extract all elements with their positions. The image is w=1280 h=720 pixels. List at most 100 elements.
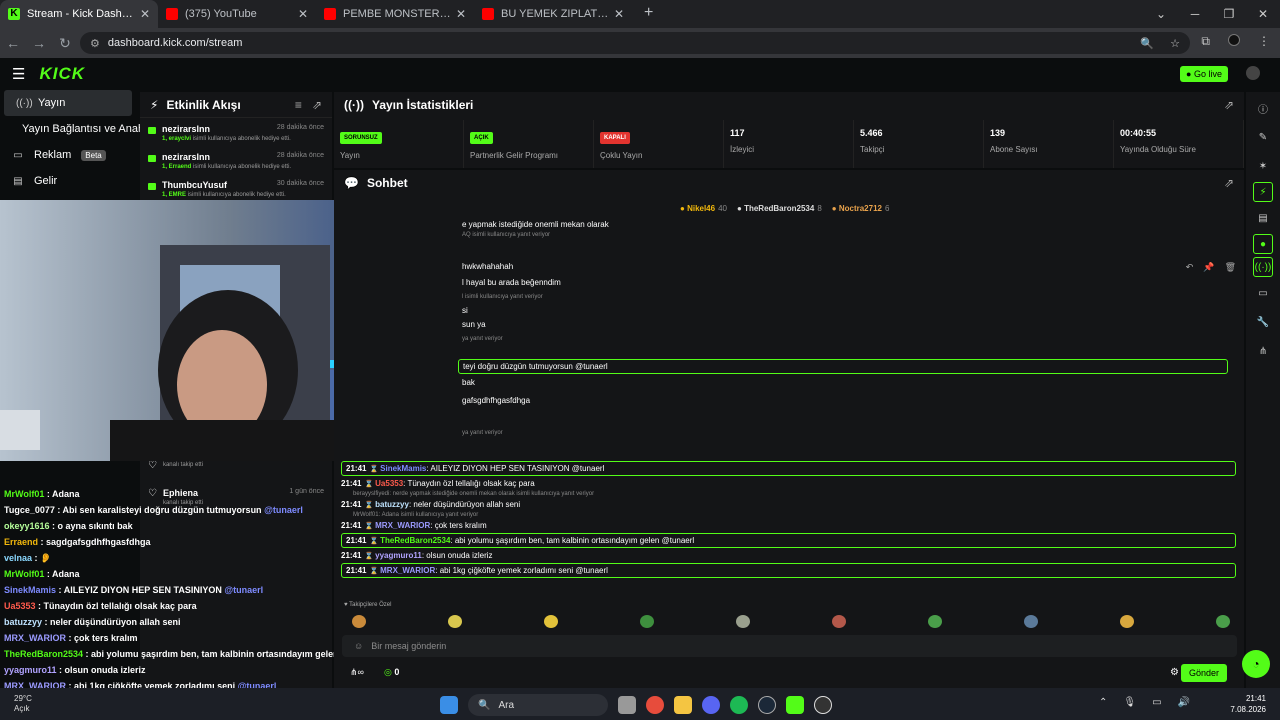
emote-icon[interactable] — [1216, 615, 1230, 628]
chat-message[interactable]: 21:41 ⌛ TheRedBaron2534: abi yolumu şaşır… — [341, 533, 1236, 548]
emote-icon[interactable] — [736, 615, 750, 628]
close-tab-icon[interactable]: ✕ — [614, 7, 624, 21]
bookmark-star-icon[interactable]: ☆ — [1170, 37, 1180, 50]
emote-icon[interactable] — [544, 615, 558, 628]
share-icon[interactable]: ⋔ — [1246, 338, 1280, 364]
popout-icon[interactable]: ⇗ — [1224, 176, 1234, 190]
taskbar-clock[interactable]: 21:41 7.08.2026 — [1230, 693, 1266, 715]
taskbar-search[interactable]: 🔍 Ara — [468, 694, 608, 716]
settings-gear-icon[interactable]: ⚙ — [1170, 667, 1179, 678]
network-icon[interactable]: ▭ — [1152, 697, 1161, 708]
windows-start-icon[interactable] — [440, 696, 458, 714]
emote-picker-icon[interactable]: ☺ — [354, 641, 363, 651]
info-icon[interactable]: ⓘ — [1246, 95, 1280, 121]
steam-icon[interactable] — [758, 696, 776, 714]
maximize-button[interactable]: ❐ — [1212, 0, 1246, 28]
chat-username[interactable]: TheRedBaron2534 — [380, 536, 450, 545]
top-gifter[interactable]: ● Noctra2712 6 — [832, 204, 890, 213]
chat-username[interactable]: Ua5353 — [375, 479, 403, 488]
kick-logo[interactable]: KICK — [39, 64, 85, 84]
stats-toggle-icon[interactable]: ((·)) — [1253, 257, 1273, 277]
emote-icon[interactable] — [352, 615, 366, 628]
obs-icon[interactable] — [814, 696, 832, 714]
close-tab-icon[interactable]: ✕ — [298, 7, 308, 21]
avatar[interactable] — [1246, 66, 1260, 80]
help-chat-button[interactable]: ◔ — [1242, 650, 1270, 678]
close-tab-icon[interactable]: ✕ — [140, 7, 150, 21]
forward-button[interactable]: → — [26, 35, 52, 51]
chat-message[interactable]: 21:41 ⌛ SinekMamis: AILEYIZ DIYON HEP SEN… — [341, 461, 1236, 476]
kick-app-icon[interactable] — [786, 696, 804, 714]
reload-button[interactable]: ↻ — [52, 35, 78, 52]
chat-username[interactable]: SinekMamis — [380, 464, 426, 473]
emote-icon[interactable] — [1024, 615, 1038, 628]
hamburger-menu-icon[interactable]: ☰ — [12, 65, 25, 83]
browser-tab[interactable]: PEMBE MONSTER | Madara Olu...✕ — [316, 0, 474, 28]
chat-username[interactable]: batuzzyy — [375, 500, 409, 509]
chevron-down-icon[interactable]: ⌄ — [1144, 0, 1178, 28]
close-tab-icon[interactable]: ✕ — [456, 7, 466, 21]
filter-icon[interactable]: ≡ — [295, 98, 302, 112]
chat-username[interactable]: yyagmuro11 — [375, 551, 422, 560]
chat-message[interactable]: 21:41 ⌛ MRX_WARIOR: çok ters kralım — [341, 521, 1236, 530]
discord-icon[interactable] — [702, 696, 720, 714]
delete-icon[interactable]: 🗑 — [1225, 262, 1236, 273]
points-display[interactable]: ◎ 0 — [384, 667, 399, 678]
go-live-button[interactable]: ● Go live — [1180, 66, 1228, 82]
share-icon[interactable]: ⋔∞ — [350, 667, 364, 678]
chat-toggle-icon[interactable]: ● — [1253, 234, 1273, 254]
chat-message[interactable]: 21:41 ⌛ batuzzyy: neler düşündürüyon alla… — [341, 500, 1236, 509]
minimize-button[interactable]: ─ — [1178, 0, 1212, 28]
popout-icon[interactable]: ⇗ — [1224, 98, 1234, 112]
emote-icon[interactable] — [832, 615, 846, 628]
emote-icon[interactable] — [928, 615, 942, 628]
url-field[interactable]: ⚙ dashboard.kick.com/stream 🔍 ☆ — [80, 32, 1190, 54]
weather-widget[interactable]: 29°C Açık — [14, 694, 32, 714]
top-gifter[interactable]: ● Nikel46 40 — [680, 204, 727, 213]
sidebar-item-stream-key[interactable]: Yayın Bağlantısı ve Anahtarı — [0, 116, 160, 142]
spotify-icon[interactable] — [730, 696, 748, 714]
emote-icon[interactable] — [640, 615, 654, 628]
sidebar-item-gelir[interactable]: ▤ Gelir — [0, 168, 134, 194]
volume-icon[interactable]: 🔊 — [1178, 697, 1190, 708]
new-tab-button[interactable]: + — [632, 0, 665, 28]
emote-icon[interactable] — [1120, 615, 1134, 628]
chevron-up-icon[interactable]: ⌃ — [1099, 697, 1107, 708]
reply-icon[interactable]: ↶ — [1186, 262, 1194, 273]
tools-icon[interactable]: 🔧 — [1246, 309, 1280, 335]
profile-icon[interactable] — [1228, 34, 1240, 46]
mic-icon[interactable]: 🎙 — [1123, 697, 1136, 708]
sidebar-item-reklam[interactable]: ▭ Reklam Beta — [0, 142, 134, 168]
chat-username[interactable]: MRX_WARIOR — [375, 521, 430, 530]
menu-icon[interactable]: ⋮ — [1258, 34, 1270, 49]
sidebar-item-yayin[interactable]: ((·)) Yayın — [4, 90, 132, 116]
zoom-icon[interactable]: 🔍 — [1140, 37, 1154, 50]
activity-toggle-icon[interactable]: ⚡ — [1253, 182, 1273, 202]
activity-event[interactable]: ThumbcuYusuf 1, EMRE isimli kullanıcıya a… — [140, 174, 332, 202]
chat-message[interactable]: 21:41 ⌛ MRX_WARIOR: abi 1kg çiğköfte yeme… — [341, 563, 1236, 578]
back-button[interactable]: ← — [0, 35, 26, 51]
file-explorer-icon[interactable] — [674, 696, 692, 714]
chat-input[interactable]: ☺ Bir mesaj gönderin — [342, 635, 1237, 657]
edit-icon[interactable]: ✎ — [1246, 124, 1280, 150]
browser-tab[interactable]: K Stream - Kick Dashboard✕ — [0, 0, 158, 28]
player-icon[interactable]: ▭ — [1246, 280, 1280, 306]
extensions-icon[interactable]: ⧉ — [1201, 34, 1210, 49]
chat-message[interactable]: 21:41 ⌛ yyagmuro11: olsun onuda izleriz — [341, 551, 1236, 560]
popout-icon[interactable]: ⇗ — [312, 98, 322, 112]
top-gifter[interactable]: ● TheRedBaron2534 8 — [737, 204, 822, 213]
notes-icon[interactable]: ▤ — [1246, 205, 1280, 231]
chrome-icon[interactable] — [646, 696, 664, 714]
close-window-button[interactable]: ✕ — [1246, 0, 1280, 28]
activity-event[interactable]: nezirarslnn 1, Erraend isimli kullanıcıya… — [140, 146, 332, 174]
emote-icon[interactable] — [448, 615, 462, 628]
chat-username[interactable]: MRX_WARIOR — [380, 566, 435, 575]
task-view-icon[interactable] — [618, 696, 636, 714]
send-button[interactable]: Gönder — [1180, 664, 1227, 682]
raid-icon[interactable]: ✶ — [1246, 153, 1280, 179]
pin-icon[interactable]: 📌 — [1203, 262, 1214, 273]
activity-event[interactable]: nezirarslnn 1, erayclvi isimli kullanıcıy… — [140, 118, 332, 146]
site-info-icon[interactable]: ⚙ — [90, 37, 100, 50]
browser-tab[interactable]: BU YEMEK ZIPLATIRI ELRAEN, E...✕ — [474, 0, 632, 28]
browser-tab[interactable]: (375) YouTube ✕ — [158, 0, 316, 28]
